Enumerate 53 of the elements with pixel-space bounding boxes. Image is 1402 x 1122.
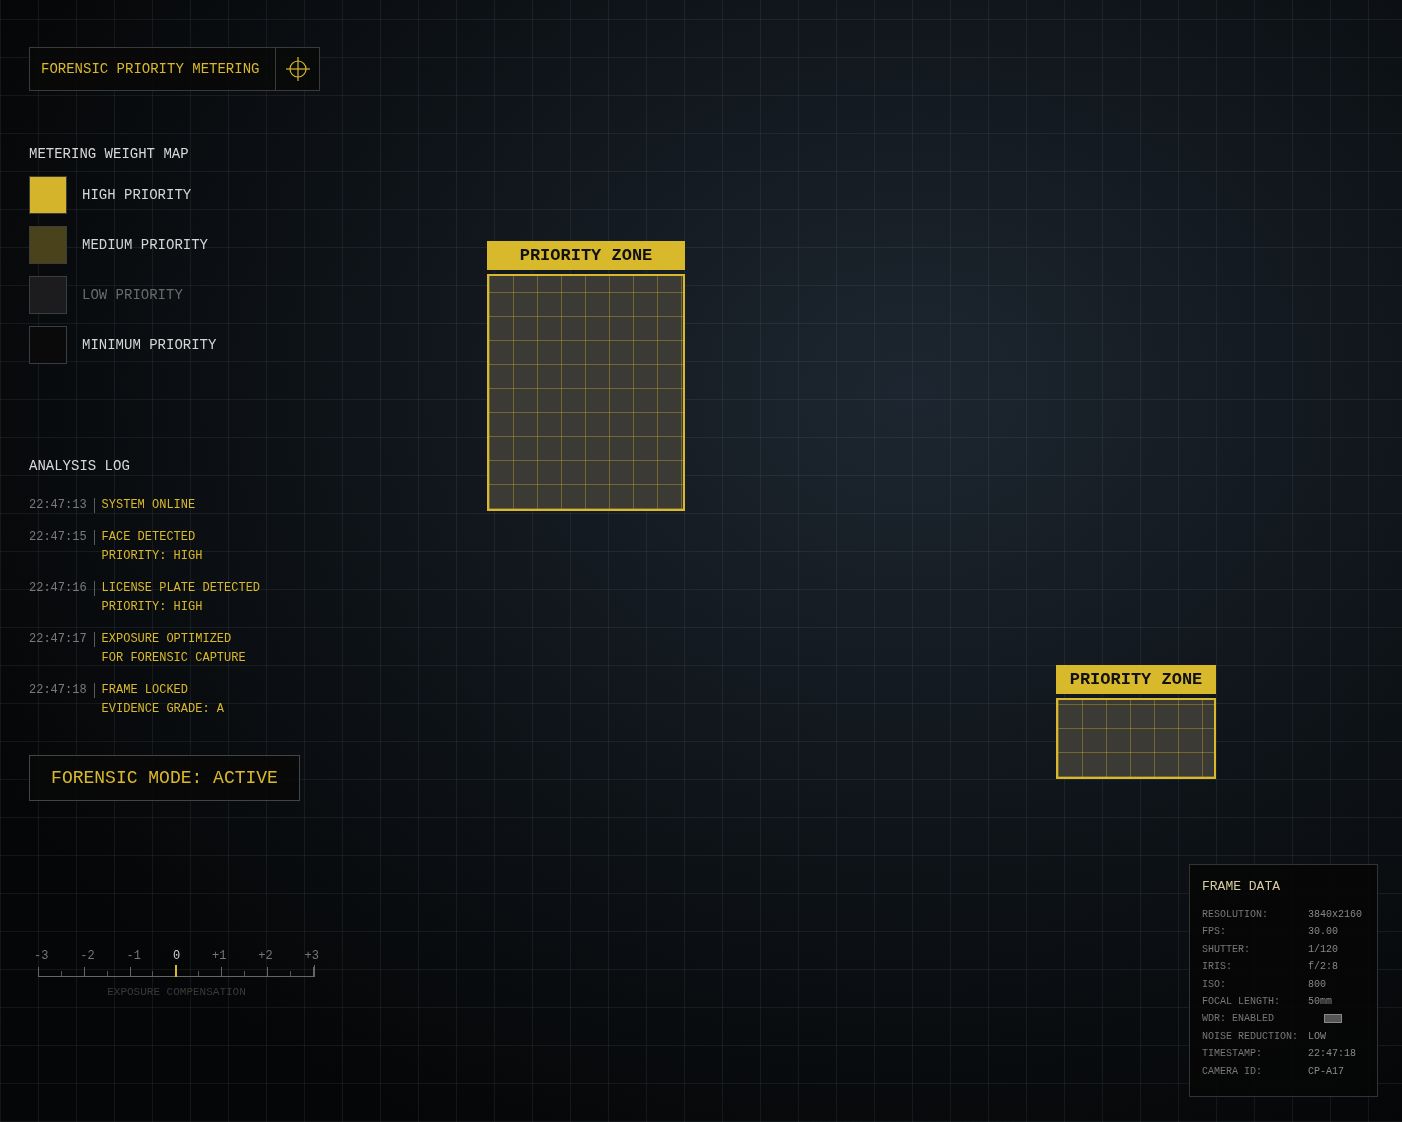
data-value: f/2:8 (1308, 960, 1338, 975)
data-label: CAMERA ID: (1202, 1064, 1263, 1079)
log-time: 22:47:13 (29, 497, 87, 514)
log-message: EXPOSURE OPTIMIZED (101, 631, 233, 648)
scale-tick-label: +2 (258, 949, 273, 963)
legend-label: HIGH PRIORITY (82, 187, 192, 203)
data-label: NOISE REDUCTION: (1202, 1029, 1299, 1044)
log-time: 22:47:18 (29, 682, 87, 699)
data-label: WDR: ENABLED (1202, 1012, 1275, 1027)
panel-title: FORENSIC PRIORITY METERING (40, 60, 261, 79)
scale-tick-label: -3 (34, 949, 49, 963)
legend-label: MINIMUM PRIORITY (82, 337, 217, 353)
data-label: FOCAL LENGTH: (1202, 995, 1281, 1010)
data-value: 1/120 (1308, 942, 1338, 957)
data-label: ISO: (1202, 977, 1227, 992)
log-message: PRIORITY: HIGH (101, 548, 203, 565)
legend-label: MEDIUM PRIORITY (82, 237, 209, 253)
log-message: EVIDENCE GRADE: A (101, 701, 225, 718)
data-value: LOW (1308, 1029, 1326, 1044)
scale-tick-label: +1 (212, 949, 227, 963)
log-time: 22:47:16 (29, 580, 87, 597)
legend-label: LOW PRIORITY (82, 287, 183, 303)
log-message: LICENSE PLATE DETECTED (101, 580, 261, 597)
log-message: FRAME LOCKED (101, 682, 190, 699)
log-message: SYSTEM ONLINE (101, 497, 196, 514)
section-heading: ANALYSIS LOG (29, 458, 131, 474)
data-value: CP-A17 (1308, 1064, 1344, 1079)
data-value: 22:47:18 (1308, 1047, 1356, 1062)
scale-tick-label: -1 (126, 949, 141, 963)
data-value: 800 (1308, 977, 1326, 992)
data-label: FPS: (1202, 925, 1227, 940)
panel-heading: FRAME DATA (1202, 879, 1281, 894)
log-message: PRIORITY: HIGH (101, 599, 204, 616)
data-value: 50mm (1308, 995, 1332, 1010)
priority-zone-label: PRIORITY ZONE (487, 241, 685, 270)
chip-icon (1324, 1014, 1342, 1024)
mode-status: FORENSIC MODE: ACTIVE (29, 755, 300, 801)
data-value: 3840x2160 (1308, 908, 1362, 922)
data-label: IRIS: (1202, 960, 1233, 975)
data-label: RESOLUTION: (1202, 908, 1269, 922)
data-value: 30.00 (1308, 925, 1338, 940)
log-time: 22:47:17 (29, 631, 87, 648)
data-label: TIMESTAMP: (1202, 1047, 1263, 1062)
crosshair-icon[interactable] (284, 56, 311, 82)
log-message: FACE DETECTED (101, 529, 197, 546)
scale-tick-label: -2 (80, 949, 95, 963)
scale-tick-label: +3 (304, 949, 319, 963)
log-message: FOR FORENSIC CAPTURE (101, 650, 246, 667)
priority-zone-label: PRIORITY ZONE (1056, 665, 1216, 694)
data-label: SHUTTER: (1202, 942, 1251, 957)
log-time: 22:47:15 (29, 529, 87, 546)
section-heading: METERING WEIGHT MAP (29, 146, 190, 162)
scale-tick-label: 0 (172, 949, 181, 963)
